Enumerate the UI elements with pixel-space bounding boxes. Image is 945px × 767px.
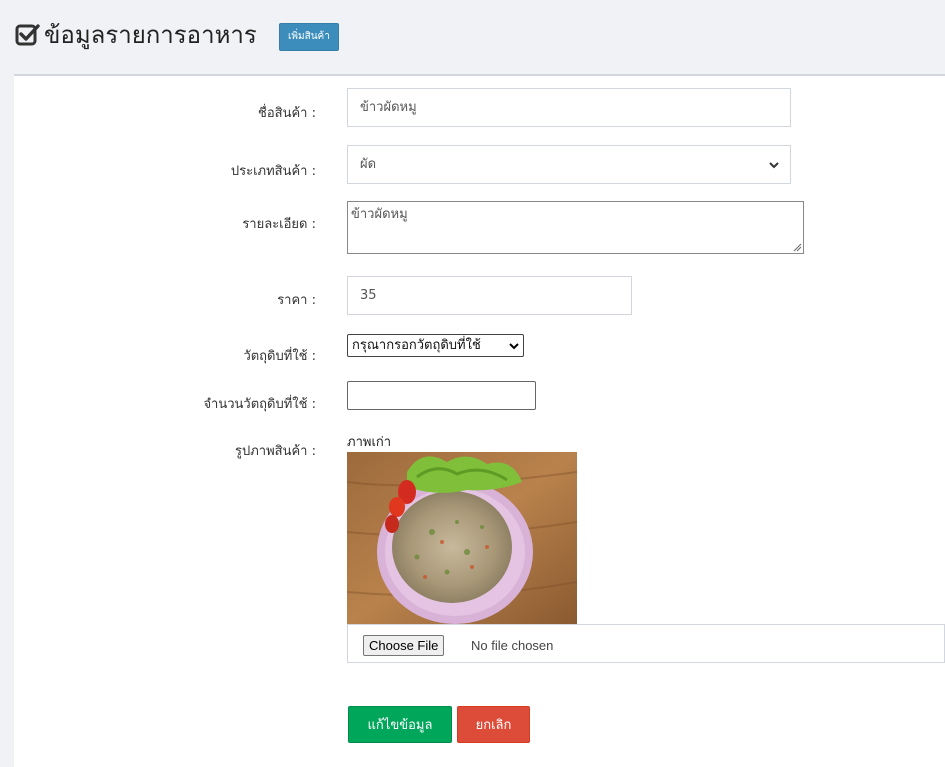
ingredient-select[interactable]: กรุณากรอกวัตถุดิบที่ใช้ — [347, 334, 524, 357]
product-name-label: ชื่อสินค้า : — [258, 106, 316, 121]
product-type-select[interactable]: ผัด — [347, 145, 791, 184]
product-type-label: ประเภทสินค้า : — [230, 164, 316, 179]
file-status-text: No file chosen — [471, 638, 554, 653]
image-label: รูปภาพสินค้า : — [234, 444, 316, 459]
choose-file-button[interactable]: Choose File — [363, 635, 445, 656]
check-square-icon — [15, 24, 40, 46]
resize-handle-icon[interactable] — [793, 243, 802, 252]
product-type-value: ผัด — [360, 157, 377, 172]
cancel-button[interactable]: ยกเลิก — [457, 706, 530, 743]
file-upload-field: Choose File No file chosen — [347, 624, 945, 663]
save-button[interactable]: แก้ไขข้อมูล — [348, 706, 452, 743]
product-image — [347, 452, 577, 624]
page-header: ข้อมูลรายการอาหาร เพิ่มสินค้า — [0, 0, 945, 75]
product-name-value: ข้าวผัดหมู — [360, 100, 417, 115]
price-label: ราคา : — [277, 293, 316, 308]
add-product-button[interactable]: เพิ่มสินค้า — [279, 23, 339, 51]
ingredient-qty-label: จำนวนวัตถุดิบที่ใช้ : — [203, 397, 316, 412]
ingredient-label: วัตถุดิบที่ใช้ : — [243, 349, 316, 364]
chevron-down-icon — [769, 162, 779, 169]
page-title: ข้อมูลรายการอาหาร — [44, 21, 257, 49]
chevron-down-icon — [509, 343, 519, 350]
detail-label: รายละเอียด : — [242, 217, 316, 232]
product-name-input[interactable]: ข้าวผัดหมู — [347, 88, 791, 127]
ingredient-select-value: กรุณากรอกวัตถุดิบที่ใช้ — [352, 338, 481, 353]
old-image-caption: ภาพเก่า — [347, 435, 392, 450]
detail-textarea[interactable]: ข้าวผัดหมู — [347, 201, 804, 254]
price-value: 35 — [360, 288, 377, 303]
detail-value: ข้าวผัดหมู — [351, 207, 408, 222]
ingredient-qty-input[interactable] — [347, 381, 536, 410]
price-input[interactable]: 35 — [347, 276, 632, 315]
